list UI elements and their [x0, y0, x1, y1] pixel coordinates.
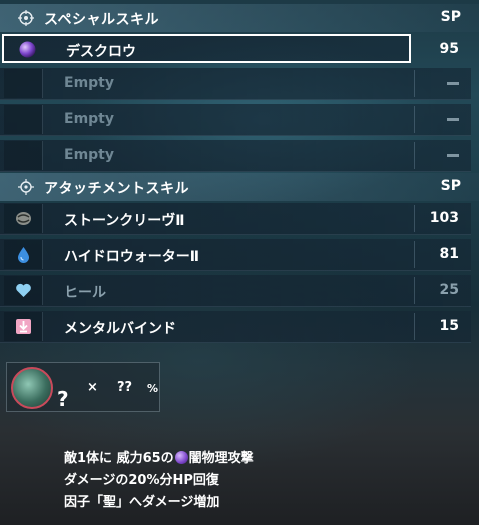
skill-cost: 103 [429, 210, 459, 226]
skill-row-death-claw[interactable]: デスクロウ 95 [2, 34, 459, 63]
skill-row-empty-2[interactable]: Empty [0, 104, 471, 136]
skill-row-empty-3[interactable]: Empty [0, 140, 471, 172]
description-line-1: 敵1体に 威力65の 闇物理攻撃 [64, 448, 254, 470]
empty-slot-icon-cell [4, 69, 43, 98]
skill-cost: 25 [439, 282, 459, 298]
skill-name: Empty [64, 147, 114, 163]
skill-icon-cell [4, 276, 43, 305]
description-line-2: ダメージの20%分HP回復 [64, 473, 219, 488]
skill-cost: 15 [439, 318, 459, 334]
bind-arrow-icon [16, 319, 31, 334]
skill-icon-cell [4, 204, 43, 233]
percent-sign: % [147, 382, 159, 395]
row-divider [414, 70, 415, 97]
skill-row-stone-cleave[interactable]: ストーンクリーヴⅡ 103 [0, 203, 471, 235]
description-text: 闇物理攻撃 [188, 451, 254, 466]
compass-star-icon [18, 10, 34, 26]
skill-cost: 95 [439, 41, 459, 57]
dark-orb-icon [19, 41, 36, 58]
skill-name: ハイドロウォーターⅡ [64, 249, 199, 265]
empty-cost-dash [447, 147, 459, 163]
special-skill-header: スペシャルスキル SP [0, 4, 479, 32]
skill-row-hydro-water[interactable]: ハイドロウォーターⅡ 81 [0, 239, 471, 271]
description-text: 敵1体に 威力65の [64, 451, 174, 466]
multiplier-sign: × [87, 380, 98, 395]
row-divider [414, 142, 415, 169]
stone-icon [16, 212, 31, 225]
empty-slot-icon-cell [4, 105, 43, 134]
description-line-3: 因子「聖」へダメージ増加 [64, 495, 220, 510]
skill-icon-cell [4, 240, 43, 269]
dark-element-icon [174, 451, 188, 464]
unknown-mark: ? [57, 387, 69, 411]
skill-description: 敵1体に 威力65の 闇物理攻撃 ダメージの20%分HP回復 因子「聖」へダメージ… [64, 448, 254, 514]
special-sp-label: SP [440, 9, 461, 25]
attachment-skill-title: アタッチメントスキル [44, 181, 189, 197]
skill-name: ヒール [64, 285, 106, 301]
target-icon [18, 179, 34, 195]
row-divider [414, 241, 415, 268]
empty-cost-dash [447, 75, 459, 91]
heart-icon [16, 283, 31, 297]
attachment-skill-header: アタッチメントスキル SP [0, 173, 479, 201]
skill-icon-cell [4, 312, 43, 341]
special-skill-title: スペシャルスキル [44, 12, 160, 28]
water-drop-icon [18, 247, 29, 263]
skill-row-empty-1[interactable]: Empty [0, 68, 471, 100]
skill-name: Empty [64, 111, 114, 127]
skill-row-mental-bind[interactable]: メンタルバインド 15 [0, 311, 471, 343]
row-divider [414, 106, 415, 133]
empty-cost-dash [447, 111, 459, 127]
skill-cost: 81 [439, 246, 459, 262]
skill-name: ストーンクリーヴⅡ [64, 213, 185, 229]
row-divider [414, 313, 415, 340]
row-divider [414, 205, 415, 232]
skill-name: Empty [64, 75, 114, 91]
skill-row-heal[interactable]: ヒール 25 [0, 275, 471, 307]
empty-slot-icon-cell [4, 141, 43, 170]
row-divider [414, 277, 415, 304]
factor-orb-icon [11, 367, 53, 409]
skill-name: デスクロウ [66, 44, 136, 60]
attachment-sp-label: SP [440, 178, 461, 194]
factor-drop-box: ? × ?? % [6, 362, 160, 412]
skill-name: メンタルバインド [64, 321, 176, 337]
drop-amount: ?? [117, 380, 133, 395]
